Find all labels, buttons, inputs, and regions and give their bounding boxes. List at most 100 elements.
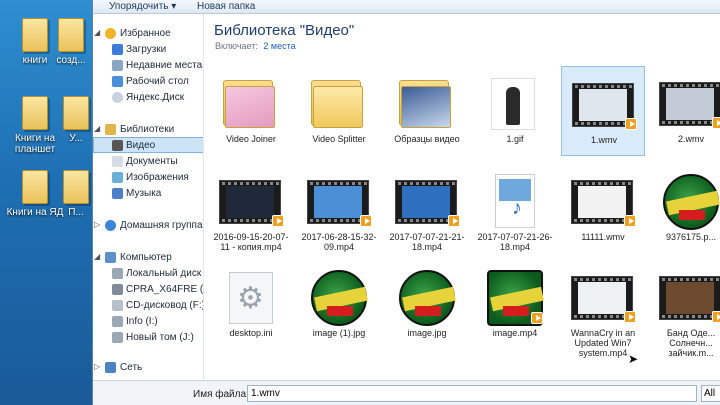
new-folder-button[interactable]: Новая папка [197, 1, 255, 12]
desktop-icon-u[interactable]: У... [58, 96, 94, 144]
nav-desktop[interactable]: Рабочий стол [93, 74, 203, 90]
file-name: 2017-07-07-21-26-18.mp4 [477, 232, 553, 252]
nav-cd-drive[interactable]: CD-дисковод (F:) [93, 298, 203, 314]
expand-arrow-icon[interactable]: ▷ [94, 362, 100, 371]
documents-icon [112, 156, 123, 167]
folder-icon [305, 72, 371, 130]
library-title: Библиотека "Видео" [214, 22, 355, 39]
collapse-arrow-icon[interactable]: ◢ [94, 252, 100, 261]
nav-yandex-disk[interactable]: Яндекс.Диск [93, 90, 203, 106]
nav-label: Документы [126, 156, 178, 167]
file-item[interactable]: ♪ 2017-07-07-21-26-18.mp4 [473, 164, 557, 254]
computer-icon [105, 252, 116, 263]
nav-computer[interactable]: ◢ Компьютер [93, 250, 203, 266]
homegroup-icon [105, 220, 116, 231]
cd-drive-icon [112, 300, 123, 311]
libraries-icon [105, 124, 116, 135]
desktop-icon-sozd[interactable]: созд... [48, 18, 94, 66]
nav-info-drive[interactable]: Info (I:) [93, 314, 203, 330]
file-item[interactable]: 2017-07-07-21-21-18.mp4 [385, 164, 469, 254]
play-icon [448, 215, 460, 227]
nav-homegroup[interactable]: ▷ Домашняя группа [93, 218, 203, 234]
nav-new-volume[interactable]: Новый том (J:) [93, 330, 203, 346]
mouse-cursor-icon: ➤ [628, 352, 639, 366]
play-icon [272, 215, 284, 227]
nav-label: Новый том (J:) [126, 332, 194, 343]
expand-arrow-icon[interactable]: ▷ [94, 220, 100, 229]
nav-libraries[interactable]: ◢ Библиотеки [93, 122, 203, 138]
file-name: image (1).jpg [312, 328, 366, 338]
video-thumbnail [393, 170, 460, 228]
file-item[interactable]: 2017-06-28-15-32-09.mp4 [297, 164, 381, 254]
filename-input[interactable] [247, 385, 697, 402]
file-item[interactable]: Банд Оде... Солнечн... зайчик.m... [649, 260, 720, 370]
nav-favorites[interactable]: ◢ Избранное [93, 26, 203, 42]
network-icon [105, 362, 116, 373]
nav-label: Яндекс.Диск [126, 92, 185, 103]
includes-locations-link[interactable]: 2 места [263, 41, 295, 51]
file-item[interactable]: Образцы видео [385, 66, 469, 156]
file-item[interactable]: 2.wmv [649, 66, 720, 156]
nav-label: Сеть [120, 362, 143, 373]
file-item[interactable]: image.jpg [385, 260, 469, 350]
file-item[interactable]: desktop.ini [209, 260, 293, 350]
file-item[interactable]: Video Splitter [297, 66, 381, 156]
file-name: image.jpg [407, 328, 447, 338]
filename-label: Имя файла: [193, 389, 249, 400]
file-item[interactable]: 11111.wmv [561, 164, 645, 254]
collapse-arrow-icon[interactable]: ◢ [94, 28, 100, 37]
music-icon [112, 188, 123, 199]
file-item[interactable]: 9376175.p... [649, 164, 720, 254]
nav-label: Локальный диск [126, 268, 202, 279]
nav-local-disk[interactable]: Локальный диск [93, 266, 203, 282]
file-name: 2.wmv [677, 134, 704, 144]
nav-recent-places[interactable]: Недавние места [93, 58, 203, 74]
nav-label: Info (I:) [126, 316, 158, 327]
nav-network[interactable]: ▷ Сеть [93, 360, 203, 376]
drive-icon [112, 332, 123, 343]
play-icon [625, 118, 637, 130]
nav-label: Избранное [120, 28, 171, 39]
desktop-icon-p[interactable]: П... [58, 170, 94, 218]
file-name: desktop.ini [229, 328, 273, 338]
nav-label: Компьютер [120, 252, 172, 263]
folder-icon [63, 96, 89, 130]
file-item[interactable]: image (1).jpg [297, 260, 381, 350]
file-item-selected[interactable]: 1.wmv [561, 66, 645, 156]
folder-icon [22, 96, 48, 130]
folder-icon [63, 170, 89, 204]
audio-video-icon: ♪ [481, 170, 547, 228]
nav-video[interactable]: Видео [93, 137, 203, 153]
nav-label: CPRA_X64FRE (E:) [126, 284, 204, 295]
collapse-arrow-icon[interactable]: ◢ [94, 124, 100, 133]
organize-button[interactable]: Упорядочить ▾ [109, 1, 176, 12]
file-name: Video Joiner [226, 134, 276, 144]
play-icon [624, 311, 636, 323]
drive-icon [112, 268, 123, 279]
navigation-pane: ◢ Избранное Загрузки Недавние места Рабо… [93, 14, 204, 380]
settings-file-icon [217, 266, 283, 324]
nav-downloads[interactable]: Загрузки [93, 42, 203, 58]
recent-places-icon [112, 60, 123, 71]
nav-music[interactable]: Музыка [93, 186, 203, 202]
folder-icon [393, 72, 459, 130]
file-item[interactable]: Video Joiner [209, 66, 293, 156]
nav-label: Загрузки [126, 44, 167, 55]
file-item[interactable]: 1.gif [473, 66, 557, 156]
images-icon [112, 172, 123, 183]
file-name: 9376175.p... [665, 232, 717, 242]
downloads-icon [112, 44, 123, 55]
logo-thumbnail [305, 266, 371, 326]
nav-documents[interactable]: Документы [93, 154, 203, 170]
file-item[interactable]: image.mp4 [473, 260, 557, 350]
desktop-icon-label: П... [68, 207, 84, 218]
desktop-icon-label: созд... [56, 55, 86, 66]
file-list-pane: Библиотека "Видео" Включает: 2 места Vid… [205, 14, 720, 380]
nav-cpra-drive[interactable]: CPRA_X64FRE (E:) [93, 282, 204, 298]
file-name: 2017-06-28-15-32-09.mp4 [301, 232, 377, 252]
file-type-filter[interactable]: All [701, 385, 720, 402]
folder-icon [217, 72, 283, 130]
video-thumbnail [657, 266, 720, 324]
file-item[interactable]: 2016-09-15-20-07-11 - копия.mp4 [209, 164, 293, 254]
nav-images[interactable]: Изображения [93, 170, 203, 186]
